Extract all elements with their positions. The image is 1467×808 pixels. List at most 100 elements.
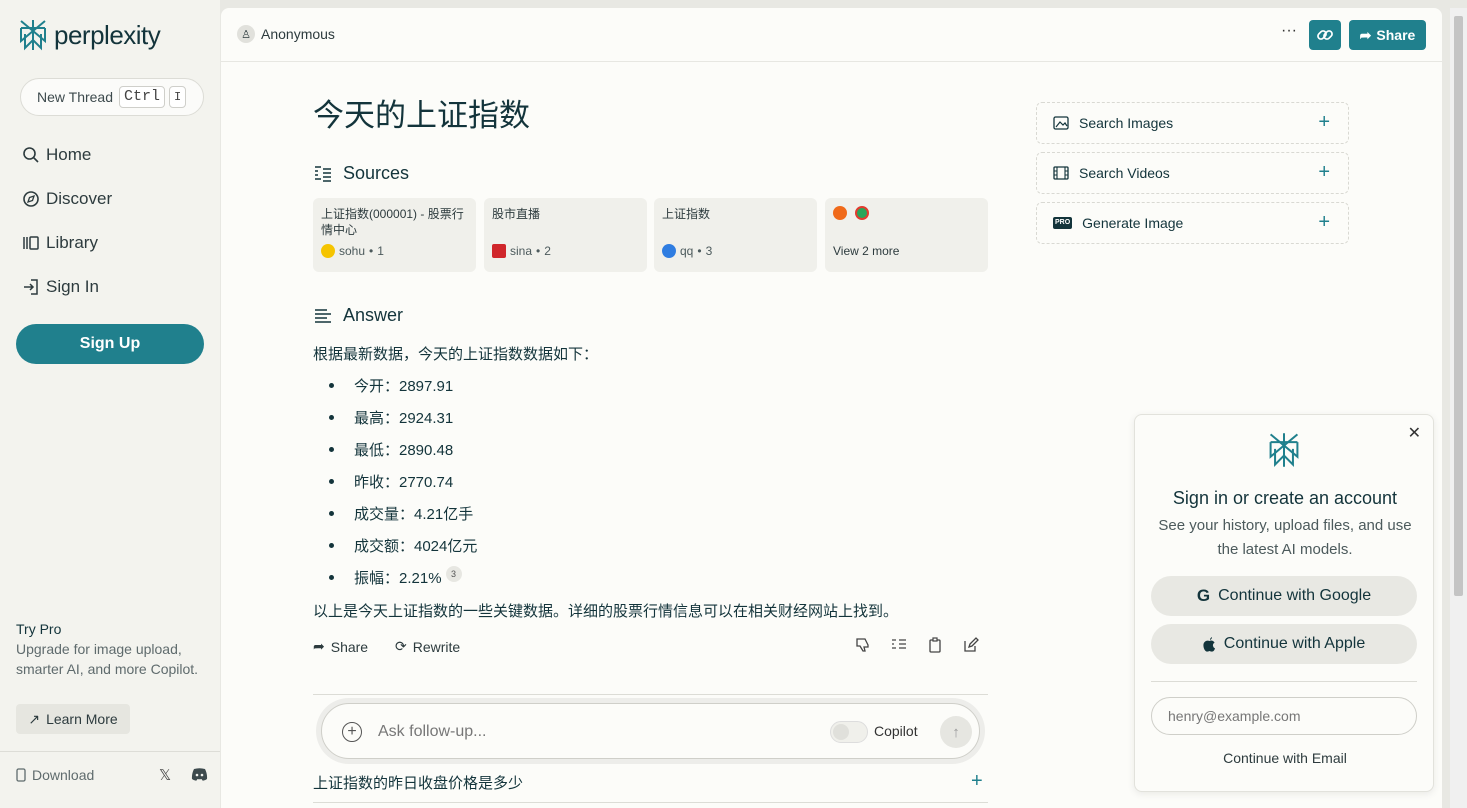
bullet-text: 今开：2897.91: [354, 378, 454, 395]
answer-outro: 以上是今天上证指数的一些关键数据。详细的股票行情信息可以在相关财经网站上找到。: [313, 603, 899, 620]
view-more-sources-card[interactable]: View 2 more: [825, 198, 988, 272]
new-thread-button[interactable]: New Thread Ctrl I: [20, 78, 204, 116]
x-twitter-icon[interactable]: 𝕏: [159, 766, 171, 784]
source-site: qq: [680, 244, 694, 258]
google-label: Continue with Google: [1218, 587, 1372, 604]
favicon-icon: [855, 206, 869, 220]
logo[interactable]: perplexity: [18, 18, 161, 52]
share-arrow-icon: ➦: [313, 638, 325, 654]
answer-share-label: Share: [330, 638, 369, 655]
source-index: 1: [377, 244, 384, 258]
learn-more-label: Learn More: [46, 711, 118, 727]
related-plus-icon[interactable]: +: [971, 770, 983, 793]
perplexity-logo-icon: [1269, 433, 1299, 467]
continue-with-email-button[interactable]: Continue with Email: [1135, 750, 1435, 766]
page-title: 今天的上证指数: [313, 98, 530, 133]
sources-icon: [315, 165, 331, 182]
answer-share-button[interactable]: ➦ Share: [313, 638, 368, 655]
source-card[interactable]: 上证指数(000001) - 股票行情中心 sohu • 1: [313, 198, 476, 272]
popup-title: Sign in or create an account: [1172, 488, 1398, 508]
source-title: 上证指数(000001) - 股票行情中心: [321, 207, 464, 237]
attach-plus-icon[interactable]: +: [342, 722, 362, 742]
sidebar-item-label: Library: [46, 233, 98, 252]
sources-heading: Sources: [313, 163, 409, 184]
source-site: sina: [510, 244, 533, 258]
thumbs-down-icon[interactable]: [855, 637, 871, 657]
google-icon: G: [1196, 586, 1211, 605]
citation-badge[interactable]: 3: [445, 565, 462, 582]
copilot-label: Copilot: [874, 723, 918, 739]
source-meta: sohu • 1: [321, 244, 468, 258]
try-pro-title: Try Pro: [16, 621, 62, 637]
sidebar-item-home[interactable]: Home: [22, 145, 91, 165]
follow-up-box: + Copilot ↑: [321, 703, 980, 759]
sidebar-item-discover[interactable]: Discover: [22, 189, 112, 209]
sidebar: perplexity New Thread Ctrl I Home Discov…: [0, 0, 220, 808]
sidebar-item-library[interactable]: Library: [22, 233, 98, 253]
apple-label: Continue with Apple: [1223, 635, 1366, 652]
edit-icon[interactable]: [963, 637, 979, 657]
sidebar-item-sign-in[interactable]: Sign In: [22, 277, 99, 297]
more-options-icon[interactable]: ···: [1281, 22, 1297, 40]
download-button[interactable]: Download: [16, 767, 94, 783]
answer-bullet: 最高：2924.31: [329, 407, 453, 428]
divider: [313, 802, 988, 803]
source-card[interactable]: 股市直播 sina • 2: [484, 198, 647, 272]
source-title: 股市直播: [492, 207, 541, 221]
answer-bullet: 振幅：2.21% 3: [329, 565, 462, 588]
anonymous-avatar-icon: ♙: [237, 25, 255, 43]
answer-bullet: 成交额：4024亿元: [329, 535, 477, 556]
kbd-ctrl: Ctrl: [119, 86, 166, 108]
copy-icon[interactable]: [927, 637, 943, 657]
answer-lines-icon: [315, 308, 331, 323]
compass-icon: [23, 191, 39, 207]
sign-up-button[interactable]: Sign Up: [16, 324, 204, 364]
learn-more-button[interactable]: ↗ Learn More: [16, 704, 130, 734]
sina-favicon-icon: [492, 244, 506, 258]
link-icon: [1317, 30, 1333, 40]
source-card[interactable]: 上证指数 qq • 3: [654, 198, 817, 272]
share-button[interactable]: ➦ Share: [1349, 20, 1426, 50]
source-title: 上证指数: [662, 207, 711, 221]
answer-bullet: 昨收：2770.74: [329, 471, 453, 492]
rewrite-label: Rewrite: [412, 638, 461, 655]
phone-icon: [16, 768, 26, 782]
source-index: 2: [544, 244, 551, 258]
scroll-thumb[interactable]: [1454, 16, 1463, 596]
related-question[interactable]: 上证指数的昨日收盘价格是多少: [313, 772, 523, 793]
more-favicons: [833, 206, 980, 244]
plus-icon: +: [1318, 161, 1330, 183]
bullet-text: 振幅：2.21%: [354, 570, 442, 587]
image-icon: [1053, 116, 1069, 130]
view-sources-icon[interactable]: [891, 637, 907, 657]
search-videos-button[interactable]: Search Videos +: [1036, 152, 1349, 194]
new-thread-label: New Thread: [37, 89, 114, 105]
rewrite-icon: ⟳: [395, 638, 407, 654]
sign-in-icon: [24, 279, 38, 295]
sohu-favicon-icon: [321, 244, 335, 258]
follow-up-input[interactable]: [378, 719, 798, 745]
copy-link-button[interactable]: [1309, 20, 1341, 50]
generate-image-button[interactable]: PRO Generate Image +: [1036, 202, 1349, 244]
try-pro-promo: Try Pro Upgrade for image upload, smarte…: [16, 619, 206, 679]
bullet-text: 成交量：4.21亿手: [354, 506, 474, 523]
try-pro-text: Upgrade for image upload, smarter AI, an…: [16, 641, 199, 677]
close-icon[interactable]: ✕: [1408, 423, 1421, 443]
continue-with-apple-button[interactable]: Continue with Apple: [1151, 624, 1417, 664]
source-sep: •: [536, 244, 541, 258]
send-arrow-icon[interactable]: ↑: [940, 716, 972, 748]
email-field[interactable]: [1151, 697, 1417, 735]
popup-subtitle: See your history, upload files, and use …: [1158, 517, 1412, 558]
scrollbar[interactable]: [1450, 8, 1467, 808]
library-icon: [23, 236, 39, 250]
rewrite-button[interactable]: ⟳ Rewrite: [395, 638, 460, 655]
copilot-toggle[interactable]: [830, 721, 868, 743]
discord-icon[interactable]: [191, 768, 208, 785]
search-images-button[interactable]: Search Images +: [1036, 102, 1349, 144]
sidebar-divider: [0, 751, 220, 752]
user-menu[interactable]: ♙ Anonymous: [237, 25, 335, 43]
plus-icon: +: [1318, 111, 1330, 133]
sidebar-item-label: Sign In: [46, 277, 99, 296]
continue-with-google-button[interactable]: G Continue with Google: [1151, 576, 1417, 616]
kbd-i: I: [169, 86, 187, 108]
